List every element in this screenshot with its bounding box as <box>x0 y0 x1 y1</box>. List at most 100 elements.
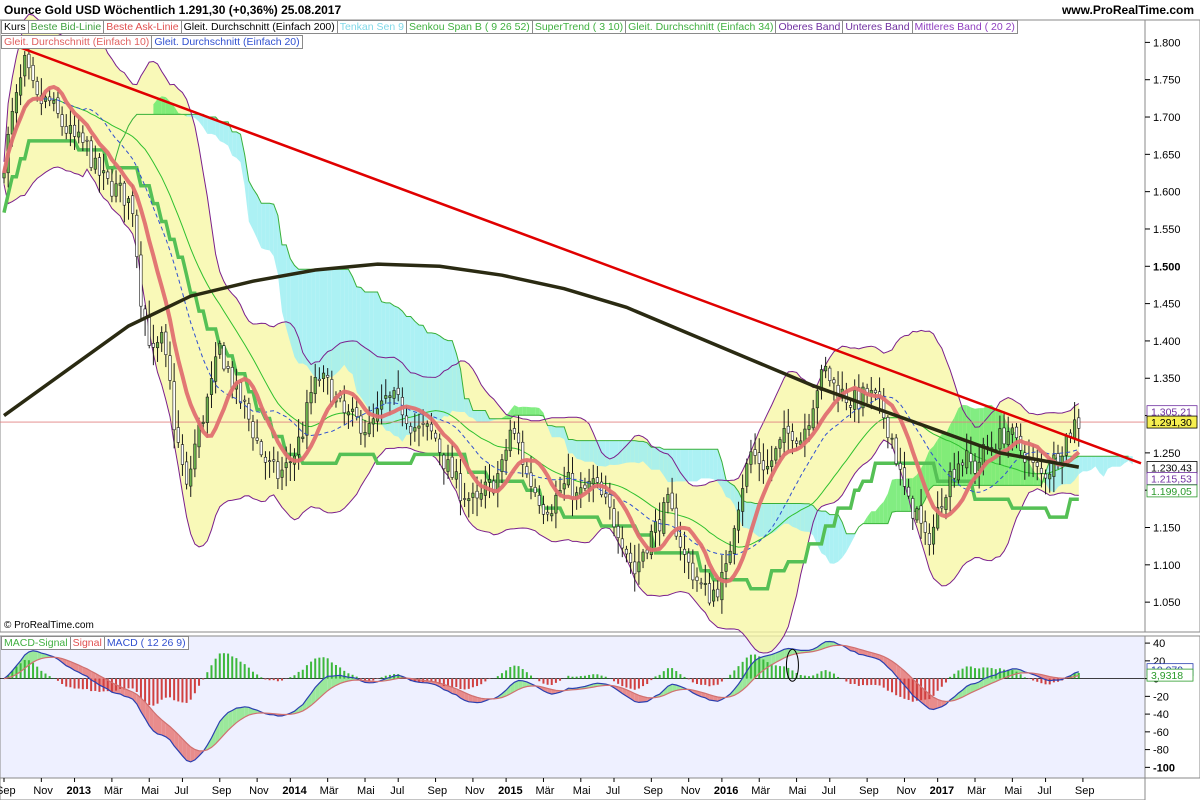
candle-body <box>114 183 118 197</box>
ichimoku-cloud <box>593 440 598 466</box>
ichimoku-cloud <box>219 121 224 143</box>
ichimoku-cloud <box>792 503 797 529</box>
ichimoku-cloud <box>576 440 581 460</box>
candle-body <box>317 378 321 381</box>
macd-tick-label: -100 <box>1153 762 1175 774</box>
legend-item: Gleit. Durchschnitt (Einfach 20) <box>151 35 303 49</box>
candle-body <box>620 538 624 549</box>
candle-body <box>276 461 280 479</box>
candle-body <box>434 432 438 439</box>
candle-body <box>824 365 828 372</box>
candle-body <box>60 114 64 127</box>
ichimoku-cloud <box>535 407 540 416</box>
candle-body <box>724 563 728 572</box>
ichimoku-cloud <box>265 203 270 251</box>
candle-body <box>807 425 811 430</box>
ichimoku-cloud <box>261 203 266 250</box>
candle-body <box>392 390 396 399</box>
candle-body <box>268 460 272 463</box>
ichimoku-cloud <box>448 340 453 417</box>
ichimoku-cloud <box>825 511 830 564</box>
candle-body <box>297 436 301 455</box>
candle-body <box>811 408 815 429</box>
time-tick-label: 2013 <box>67 785 91 797</box>
ichimoku-cloud <box>311 269 316 378</box>
ichimoku-cloud <box>871 511 876 524</box>
price-tick-label: 1.800 <box>1153 37 1181 49</box>
candle-body <box>463 498 467 500</box>
ichimoku-cloud <box>294 265 299 364</box>
candle-body <box>923 521 927 533</box>
ichimoku-cloud <box>568 439 573 454</box>
price-marker-label: 1.199,05 <box>1151 486 1192 498</box>
chart-canvas: 1.800 1.750 1.700 1.650 1.600 1.550 1.500 1.450… <box>0 13 1200 800</box>
candle-body <box>699 582 703 585</box>
candle-body <box>687 552 691 563</box>
candle-body <box>1044 473 1048 479</box>
candle-body <box>940 506 944 509</box>
candle-body <box>288 461 292 464</box>
candle-body <box>678 536 682 548</box>
candle-body <box>757 452 761 464</box>
ichimoku-cloud <box>381 301 386 431</box>
time-tick-label: Mai <box>357 785 375 797</box>
candle-body <box>782 428 786 443</box>
candle-body <box>500 459 504 472</box>
candle-body <box>728 550 732 563</box>
candle-body <box>774 448 778 461</box>
ichimoku-cloud <box>1012 431 1017 486</box>
candle-body <box>570 473 575 500</box>
candle-body <box>89 140 93 168</box>
candle-body <box>313 377 317 395</box>
ichimoku-cloud <box>605 440 610 467</box>
ichimoku-cloud <box>439 335 444 422</box>
ichimoku-cloud <box>232 131 237 158</box>
candle-body <box>226 366 230 369</box>
candle-body <box>450 456 454 478</box>
candle-body <box>118 182 122 186</box>
time-tick-label: Sep <box>1075 785 1095 797</box>
candle-body <box>1073 419 1077 439</box>
candle-body <box>691 562 695 581</box>
ichimoku-cloud <box>369 292 374 416</box>
candle-body <box>965 450 969 469</box>
candle-body <box>1014 426 1019 439</box>
ichimoku-cloud <box>1116 456 1121 467</box>
candle-body <box>363 432 367 436</box>
candle-body <box>712 589 716 602</box>
candle-body <box>533 487 537 493</box>
candle-body <box>64 126 68 134</box>
price-tick-label: 1.550 <box>1153 224 1181 236</box>
legend-item: Beste Ask-Linie <box>103 20 182 34</box>
time-tick-label: Nov <box>33 785 53 797</box>
ichimoku-cloud <box>327 269 332 378</box>
legend-item: Kurs <box>1 20 29 34</box>
ichimoku-cloud <box>286 244 291 343</box>
candle-body <box>720 572 724 601</box>
ichimoku-cloud <box>306 269 312 373</box>
candle-body <box>583 484 587 489</box>
candle-body <box>595 477 599 483</box>
time-tick-label: Mai <box>789 785 807 797</box>
candle-body <box>371 418 375 425</box>
candle-body <box>616 526 620 538</box>
candle-body <box>81 132 85 143</box>
candle-body <box>305 402 309 436</box>
ichimoku-cloud <box>709 449 714 480</box>
ichimoku-cloud <box>991 404 996 486</box>
candle-body <box>243 399 247 402</box>
candle-body <box>214 356 218 382</box>
candle-body <box>479 493 483 500</box>
candle-body <box>359 415 363 434</box>
time-tick-label: Mär <box>751 785 770 797</box>
ichimoku-cloud <box>481 410 486 422</box>
ichimoku-cloud <box>643 441 648 466</box>
candle-body <box>147 317 151 346</box>
legend-item: MACD-Signal <box>1 636 71 650</box>
candle-body <box>670 492 674 510</box>
candle-body <box>931 526 936 545</box>
candle-body <box>429 423 433 432</box>
candle-body <box>168 355 172 381</box>
candle-body <box>185 461 189 485</box>
candle-body <box>927 533 931 545</box>
